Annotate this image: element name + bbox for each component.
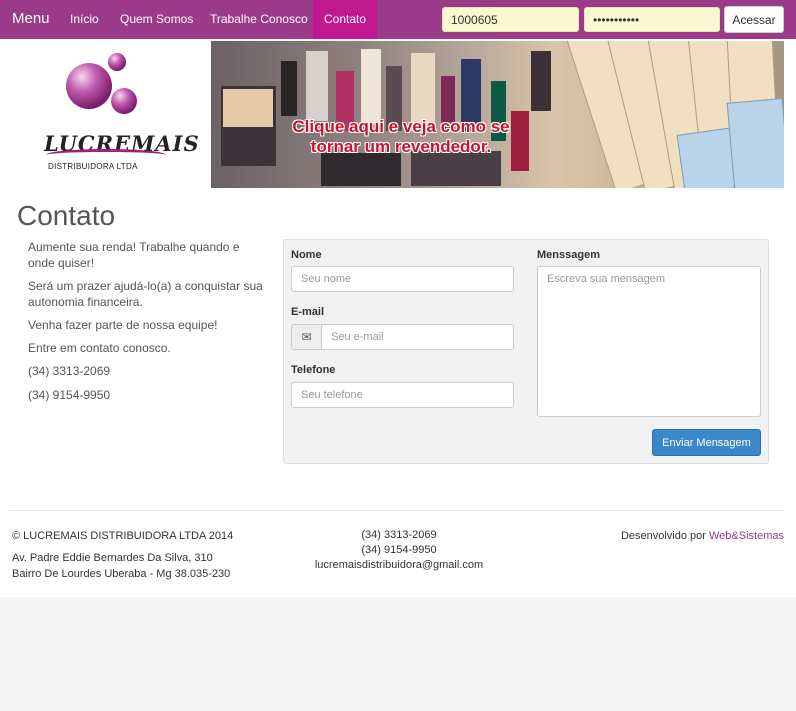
reseller-banner[interactable]: Clique aqui e veja como se tornar um rev…: [211, 41, 784, 188]
info-text: Venha fazer parte de nossa equipe!: [28, 318, 218, 332]
info-phone: (34) 9154-9950: [28, 388, 111, 402]
logo-subtitle: DISTRIBUIDORA LTDA: [48, 162, 138, 171]
footer-address-line1: Av. Padre Eddie Bernardes Da Silva, 310: [12, 552, 213, 564]
email-field[interactable]: [321, 324, 514, 350]
footer-developer: Desenvolvido por Web&Sistemas: [560, 528, 784, 544]
nav-link-contato[interactable]: Contato: [313, 0, 378, 39]
phone-label: Telefone: [291, 364, 336, 376]
login-user-input[interactable]: [442, 7, 579, 32]
contact-form: Nome E-mail ✉ Telefone Menssagem Enviar …: [283, 239, 769, 464]
info-text: Será um prazer ajudá-lo(a) a conquistar …: [28, 279, 263, 309]
logo-swoosh: [46, 149, 166, 161]
message-label: Menssagem: [537, 249, 600, 261]
developer-link[interactable]: Web&Sistemas: [709, 530, 784, 542]
footer-email: lucremaisdistribuidora@gmail.com: [314, 559, 484, 571]
navbar: Menu Início Quem Somos Trabalhe Conosco …: [0, 0, 796, 39]
logo-bubbles-icon: [66, 53, 137, 114]
footer-phone: (34) 3313-2069: [361, 529, 437, 541]
send-message-button[interactable]: Enviar Mensagem: [652, 429, 761, 456]
nav-link-trabalhe-conosco[interactable]: Trabalhe Conosco: [210, 12, 308, 26]
info-phone: (34) 3313-2069: [28, 364, 111, 378]
banner-caption: Clique aqui e veja como se tornar um rev…: [292, 117, 510, 156]
menu-brand[interactable]: Menu: [12, 10, 50, 27]
name-label: Nome: [291, 249, 322, 261]
nav-link-quem-somos[interactable]: Quem Somos: [120, 12, 193, 26]
message-field[interactable]: [537, 266, 761, 417]
footer-contact: (34) 3313-2069 (34) 9154-9950 lucremaisd…: [299, 528, 499, 573]
logo[interactable]: LUCREMAIS DISTRIBUIDORA LTDA: [44, 49, 199, 177]
envelope-icon: ✉: [291, 324, 322, 350]
page-title: Contato: [17, 200, 116, 231]
footer-copyright: © LUCREMAIS DISTRIBUIDORA LTDA 2014: [12, 530, 234, 542]
info-text: Entre em contato conosco.: [28, 341, 171, 355]
login-button[interactable]: Acessar: [724, 6, 784, 33]
content-area: LUCREMAIS DISTRIBUIDORA LTDA Clique aqui…: [0, 39, 796, 597]
banner-image: [221, 41, 784, 188]
email-label: E-mail: [291, 306, 325, 318]
phone-field[interactable]: [291, 382, 514, 408]
login-password-input[interactable]: [584, 7, 720, 32]
developer-prefix: Desenvolvido por: [620, 530, 709, 542]
info-text: Aumente sua renda! Trabalhe quando e ond…: [28, 240, 240, 270]
name-field[interactable]: [291, 266, 514, 292]
footer-address-line2: Bairro De Lourdes Uberaba - Mg 38.035-23…: [12, 568, 231, 580]
footer-divider: [10, 510, 784, 511]
footer-phone: (34) 9154-9950: [361, 544, 437, 556]
nav-link-inicio[interactable]: Início: [70, 12, 99, 26]
